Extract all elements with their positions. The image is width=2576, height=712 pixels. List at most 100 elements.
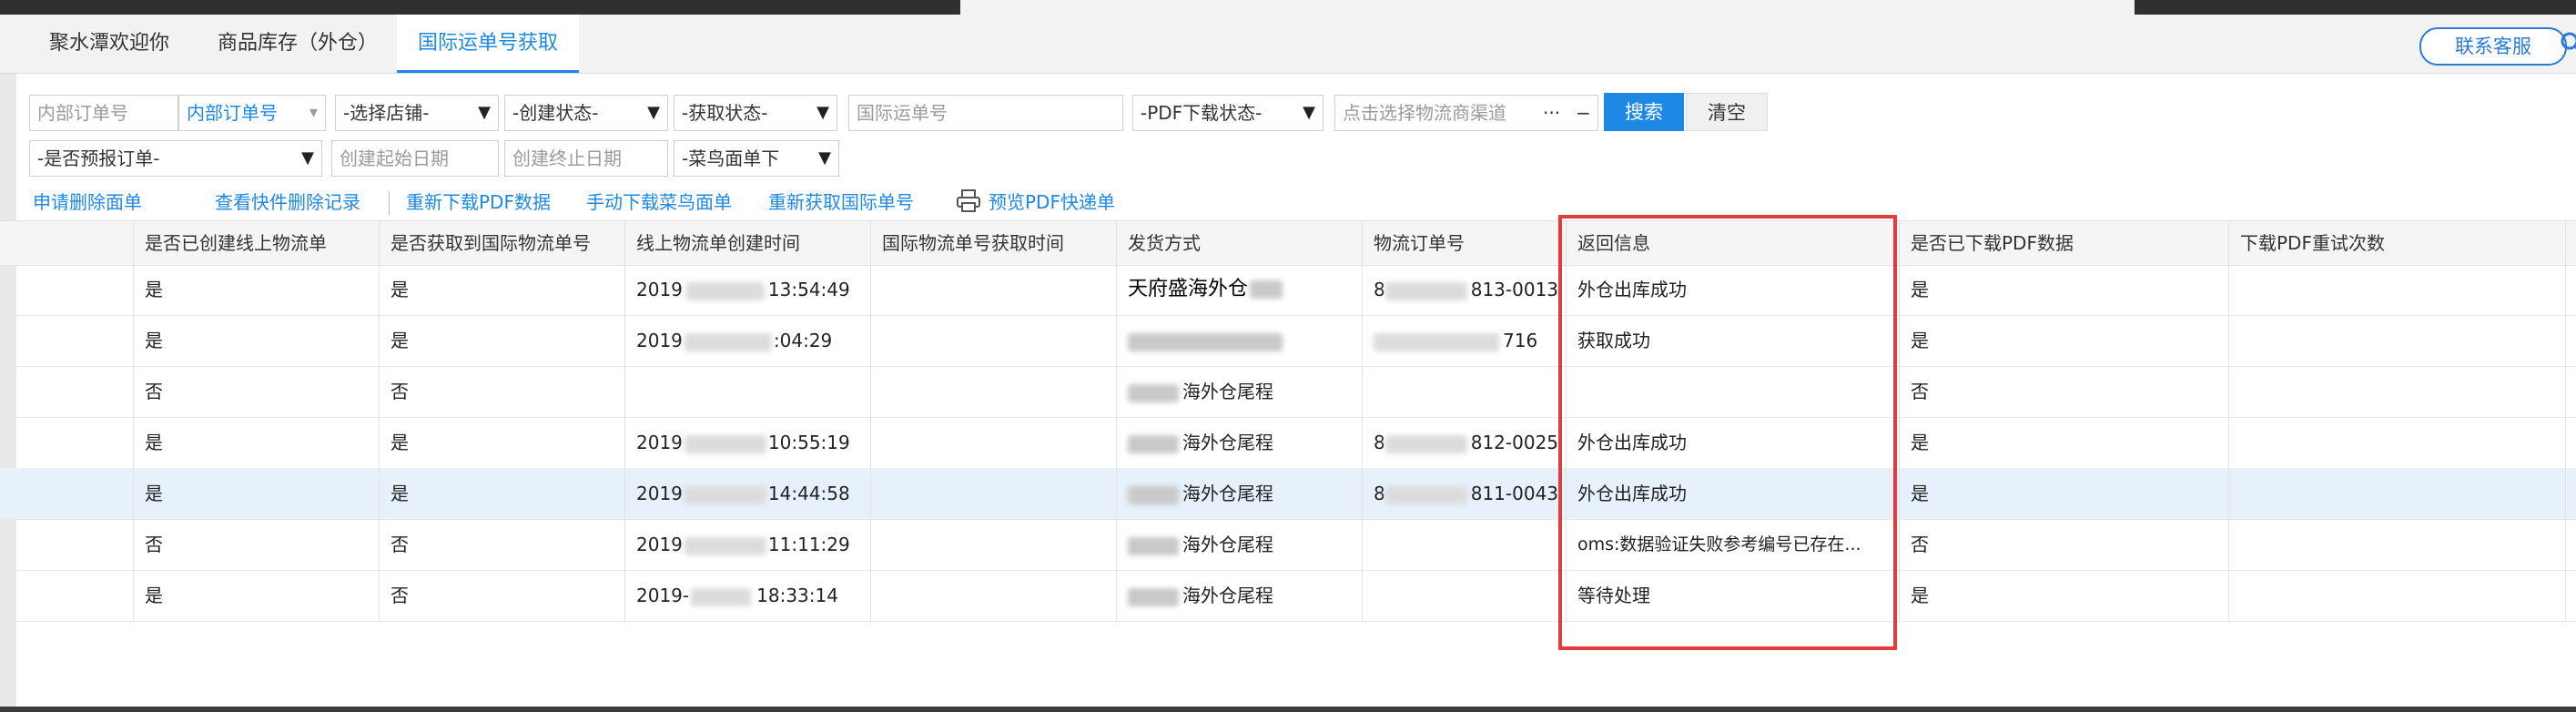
table-row[interactable]: 是 是 2019:04:29 716 获取成功 是 否 (0, 315, 2576, 367)
cell-return-info: 外仓出库成功 (1566, 264, 1899, 315)
cell-truncated: 否 (2565, 417, 2576, 468)
table-row[interactable]: 是 是 2019 10:55:19 海外仓尾程 8 812-0025 外仓出库成功 … (0, 417, 2576, 469)
table-row[interactable]: 是 是 2019 13:54:49 天府盛海外仓 8 813-0013 外仓出库成功… (0, 264, 2576, 316)
create-status-select[interactable]: -创建状态- ▼ (504, 95, 668, 131)
ship-method-text: 海外仓尾程 (1182, 534, 1273, 555)
chevron-down-icon: ▼ (478, 103, 491, 122)
col-online-create-time[interactable]: 线上物流单创建时间 (624, 221, 870, 265)
cell-ship-method: 海外仓尾程 (1116, 417, 1362, 468)
cell-truncated: 否 (2565, 570, 2576, 621)
row-index-cell (0, 366, 133, 417)
order-suffix: 716 (1503, 330, 1538, 351)
redownload-pdf-link[interactable]: 重新下载PDF数据 (406, 188, 551, 214)
cell-retry (2228, 417, 2565, 468)
order-suffix: 812-0025 (1470, 432, 1559, 453)
cell-retry (2228, 366, 2565, 417)
minus-icon[interactable]: − (1576, 96, 1591, 130)
cell-got-intl: 否 (379, 366, 624, 417)
cell-order-no: 8 812-0025 (1362, 417, 1566, 468)
chevron-down-icon: ▼ (816, 103, 829, 122)
order-no-type-value: 内部订单号 (187, 102, 278, 124)
cell-ship-method: 海外仓尾程 (1116, 366, 1362, 417)
cell-got-intl: 是 (379, 315, 624, 366)
search-button[interactable]: 搜索 (1604, 93, 1684, 131)
contact-service-button[interactable]: 联系客服 (2419, 27, 2567, 66)
col-pdf-retry[interactable]: 下载PDF重试次数 (2228, 221, 2565, 265)
time-suffix: 18:33:14 (756, 585, 838, 606)
order-no-input[interactable] (29, 95, 178, 131)
col-return-info[interactable]: 返回信息 (1566, 221, 1899, 265)
time-suffix: :04:29 (773, 330, 833, 351)
channel-picker[interactable]: 点击选择物流商渠道 ··· − (1334, 95, 1598, 131)
cell-retry (2228, 570, 2565, 621)
fetch-status-select[interactable]: -获取状态- ▼ (674, 95, 837, 131)
table-row-selected[interactable]: 是 是 2019 14:44:58 海外仓尾程 8 811-0043 外仓出库成功 … (0, 468, 2576, 520)
table-row[interactable]: 否 否 2019 11:11:29 海外仓尾程 oms:数据验证失败参考编号已存在… (0, 519, 2576, 571)
redacted-block (684, 434, 766, 453)
cell-fetch-time (870, 519, 1116, 570)
redacted-block (1128, 536, 1179, 555)
more-icon[interactable]: ··· (1543, 96, 1560, 130)
cell-create-time: 2019 14:44:58 (624, 468, 870, 519)
cell-retry (2228, 519, 2565, 570)
redacted-block (684, 332, 772, 351)
start-date-input[interactable] (331, 140, 499, 177)
order-suffix: 811-0043 (1470, 483, 1559, 504)
manual-cainiao-link[interactable]: 手动下载菜鸟面单 (586, 188, 732, 214)
action-bar: 申请删除面单 查看快件删除记录 重新下载PDF数据 手动下载菜鸟面单 重新获取国… (0, 182, 2576, 224)
cell-created: 否 (133, 519, 379, 570)
chevron-down-icon: ▼ (647, 103, 660, 122)
cell-created: 否 (133, 366, 379, 417)
cell-created: 是 (133, 417, 379, 468)
table-row[interactable]: 是 否 2019- 18:33:14 海外仓尾程 等待处理 是 否 (0, 570, 2576, 622)
time-suffix: 11:11:29 (767, 534, 850, 555)
cell-pdf: 否 (1899, 366, 2228, 417)
tab-intl-waybill[interactable]: 国际运单号获取 (397, 15, 579, 73)
cainiao-select[interactable]: -菜鸟面单下 ▼ (674, 140, 839, 177)
col-logistics-order-no[interactable]: 物流订单号 (1362, 221, 1566, 265)
cell-truncated: 否 (2565, 519, 2576, 570)
col-got-intl-no[interactable]: 是否获取到国际物流单号 (379, 221, 624, 265)
tab-welcome[interactable]: 聚水潭欢迎你 (18, 15, 200, 73)
order-no-type-select[interactable]: 内部订单号 ▾ (178, 95, 326, 131)
cell-return-info (1566, 366, 1899, 417)
chevron-down-icon: ▾ (309, 103, 318, 122)
table-row[interactable]: 否 否 海外仓尾程 否 否 (0, 366, 2576, 418)
col-pdf-downloaded[interactable]: 是否已下载PDF数据 (1899, 221, 2228, 265)
preview-pdf-link[interactable]: 预览PDF快递单 (989, 188, 1115, 214)
end-date-input[interactable] (504, 140, 668, 177)
search-icon[interactable] (2560, 31, 2576, 56)
time-suffix: 10:55:19 (767, 432, 850, 453)
apply-delete-label-link[interactable]: 申请删除面单 (33, 188, 142, 214)
pdf-status-select[interactable]: -PDF下载状态- ▼ (1132, 95, 1323, 131)
order-suffix: 813-0013 (1470, 279, 1559, 300)
cell-ship-method: 海外仓尾程 (1116, 468, 1362, 519)
col-ship-method[interactable]: 发货方式 (1116, 221, 1362, 265)
intl-no-input[interactable] (848, 95, 1123, 131)
refetch-intl-no-link[interactable]: 重新获取国际单号 (768, 188, 914, 214)
shop-select[interactable]: -选择店铺- ▼ (335, 95, 499, 131)
screen-top-strip (0, 0, 2576, 15)
redacted-block (1128, 383, 1179, 402)
time-prefix: 2019 (636, 483, 683, 504)
cell-created: 是 (133, 315, 379, 366)
col-created-online[interactable]: 是否已创建线上物流单 (133, 221, 379, 265)
row-index-cell (0, 417, 133, 468)
order-prefix: 8 (1374, 432, 1385, 453)
clear-button[interactable]: 清空 (1686, 93, 1768, 131)
cell-return-info: oms:数据验证失败参考编号已存在... (1566, 519, 1899, 570)
row-index-cell (0, 468, 133, 519)
cell-return-info: 外仓出库成功 (1566, 417, 1899, 468)
tab-inventory[interactable]: 商品库存（外仓） (202, 15, 393, 73)
redacted-block (684, 536, 766, 555)
row-index-cell (0, 519, 133, 570)
order-prefix: 8 (1374, 279, 1385, 300)
cell-retry (2228, 264, 2565, 315)
cell-got-intl: 是 (379, 264, 624, 315)
prereport-select[interactable]: -是否预报订单- ▼ (29, 140, 322, 177)
col-truncated[interactable]: 是 (2565, 221, 2576, 265)
prereport-value: -是否预报订单- (37, 147, 160, 169)
redacted-block (1384, 485, 1467, 504)
view-delete-record-link[interactable]: 查看快件删除记录 (215, 188, 360, 214)
col-intl-fetch-time[interactable]: 国际物流单号获取时间 (870, 221, 1116, 265)
